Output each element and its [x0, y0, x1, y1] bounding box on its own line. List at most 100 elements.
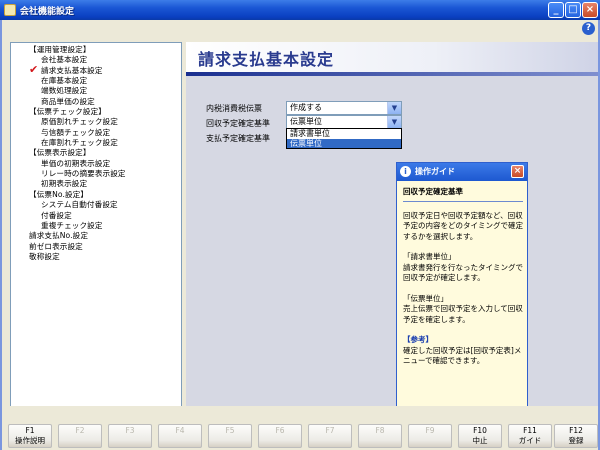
function-key-f5[interactable]: F5: [208, 424, 252, 448]
collection-basis-dropdown: 請求書単位 伝票単位: [286, 128, 402, 149]
operation-guide-panel: i 操作ガイド × 回収予定確定基準 回収予定日や回収予定額など、回収予定の内容…: [396, 162, 528, 410]
info-icon: i: [400, 166, 411, 177]
function-key-name: F5: [225, 426, 235, 435]
collection-basis-value: 伝票単位: [290, 117, 322, 126]
tax-slip-select[interactable]: 作成する ▼: [286, 101, 402, 115]
chevron-down-icon[interactable]: ▼: [387, 102, 401, 114]
maximize-button[interactable]: □: [565, 2, 581, 18]
dropdown-option-slip[interactable]: 伝票単位: [287, 138, 401, 148]
function-key-f12[interactable]: F12 登録: [554, 424, 598, 448]
function-key-f11[interactable]: F11 ガイド: [508, 424, 552, 448]
tree-item[interactable]: 与信額チェック設定: [11, 128, 181, 138]
tree-item[interactable]: 【伝票表示設定】: [11, 148, 181, 158]
tree-item-label: 付番設定: [41, 210, 72, 220]
tree-item[interactable]: 単価の初期表示設定: [11, 159, 181, 169]
tree-item[interactable]: 【運用管理設定】: [11, 45, 181, 55]
function-key-f9[interactable]: F9: [408, 424, 452, 448]
function-key-f2[interactable]: F2: [58, 424, 102, 448]
guide-title: 操作ガイド: [415, 167, 455, 176]
function-key-name: F12: [569, 426, 583, 435]
function-key-name: F1: [25, 426, 35, 435]
function-key-label: ガイド: [518, 436, 542, 445]
header-band: 請求支払基本設定: [186, 42, 598, 72]
tree-item-label: 初期表示設定: [41, 179, 88, 189]
tree-item-label: リレー時の摘要表示設定: [41, 169, 126, 179]
function-key-f7[interactable]: F7: [308, 424, 352, 448]
function-key-bar: F1 操作説明 F2 F3 F4 F5 F6 F7 F8 F9 F10 中止 F11 ガイド F12 登録: [2, 406, 598, 450]
function-key-name: F3: [125, 426, 135, 435]
close-button[interactable]: ×: [582, 2, 598, 18]
tree-item-label: 重複チェック設定: [41, 220, 103, 230]
chevron-down-icon[interactable]: ▼: [387, 116, 401, 128]
help-icon[interactable]: ?: [582, 22, 595, 35]
tree-item[interactable]: 敬称設定: [11, 252, 181, 262]
tree-item-label: 与信額チェック設定: [41, 127, 111, 137]
collection-basis-select[interactable]: 伝票単位 ▼: [286, 115, 402, 129]
function-key-name: F9: [425, 426, 435, 435]
tree-item-label: 【伝票チェック設定】: [29, 107, 106, 117]
tree-item-label: 前ゼロ表示設定: [29, 241, 83, 251]
function-key-label: 登録: [568, 436, 584, 445]
tree-item-label: 在庫割れチェック設定: [41, 138, 118, 148]
function-key-f3[interactable]: F3: [108, 424, 152, 448]
window-title: 会社機能設定: [20, 6, 75, 17]
settings-tree: 【運用管理設定】 会社基本設定 ✔ 請求支払基本設定 在庫基本設定 端数処理設定 商品単価の…: [10, 42, 182, 418]
tree-item-label: 原価割れチェック設定: [41, 117, 118, 127]
guide-reference-text: 確定した回収予定は[回収予定表]メニューで確認できます。: [403, 345, 522, 366]
tree-item-label: 請求支払No.設定: [29, 231, 89, 241]
header-divider: [186, 72, 598, 76]
tax-slip-label: 内税消費税伝票: [206, 104, 262, 113]
page-title: 請求支払基本設定: [198, 50, 335, 69]
checkmark-icon: ✔: [29, 62, 39, 76]
tree-item[interactable]: 【伝票チェック設定】: [11, 107, 181, 117]
guide-reference-title: 【参考】: [403, 335, 433, 344]
tree-item-label: 商品単価の設定: [41, 96, 95, 106]
tree-item[interactable]: 重複チェック設定: [11, 221, 181, 231]
guide-close-button[interactable]: ×: [511, 165, 524, 178]
function-key-f10[interactable]: F10 中止: [458, 424, 502, 448]
tree-item[interactable]: 商品単価の設定: [11, 97, 181, 107]
tree-item-label: 単価の初期表示設定: [41, 158, 111, 168]
minimize-button[interactable]: _: [548, 2, 564, 18]
function-key-f4[interactable]: F4: [158, 424, 202, 448]
app-icon: [4, 4, 16, 16]
tree-item[interactable]: 請求支払No.設定: [11, 231, 181, 241]
tree-item[interactable]: 前ゼロ表示設定: [11, 242, 181, 252]
main-panel: 請求支払基本設定 内税消費税伝票 作成する ▼ 回収予定確定基準 伝票単位 ▼ …: [186, 42, 598, 418]
guide-body: 回収予定確定基準 回収予定日や回収予定額など、回収予定の内容をどのタイミングで確…: [403, 187, 523, 367]
guide-paragraph: 「請求書単位」 請求書発行を行なったタイミングで回収予定が確定します。: [403, 252, 523, 282]
guide-title-bar: i 操作ガイド ×: [397, 163, 527, 181]
tree-item[interactable]: 在庫割れチェック設定: [11, 138, 181, 148]
tree-item[interactable]: 端数処理設定: [11, 86, 181, 96]
tree-item[interactable]: 原価割れチェック設定: [11, 117, 181, 127]
function-key-f1[interactable]: F1 操作説明: [8, 424, 52, 448]
tree-item[interactable]: システム自動付番設定: [11, 200, 181, 210]
tax-slip-value: 作成する: [290, 103, 322, 112]
tree-item-label: 端数処理設定: [41, 86, 88, 96]
function-key-name: F8: [375, 426, 385, 435]
function-key-label: 操作説明: [15, 436, 45, 445]
tree-item-label: 会社基本設定: [41, 55, 88, 65]
tree-item-label: 【運用管理設定】: [29, 45, 91, 54]
tree-item-label: 請求支払基本設定: [41, 65, 103, 75]
tree-item-label: 【伝票表示設定】: [29, 148, 91, 158]
tree-item-label: 【伝票No.設定】: [29, 189, 89, 199]
function-key-f8[interactable]: F8: [358, 424, 402, 448]
tree-item[interactable]: 付番設定: [11, 211, 181, 221]
function-key-name: F4: [175, 426, 185, 435]
function-key-f6[interactable]: F6: [258, 424, 302, 448]
guide-paragraph: 「伝票単位」 売上伝票で回収予定を入力して回収予定を確定します。: [403, 293, 523, 324]
tree-item[interactable]: リレー時の摘要表示設定: [11, 169, 181, 179]
tree-item-label: 敬称設定: [29, 251, 60, 261]
function-key-name: F7: [325, 426, 335, 435]
tree-item[interactable]: 【伝票No.設定】: [11, 190, 181, 200]
client-area: ? 【運用管理設定】 会社基本設定 ✔ 請求支払基本設定 在庫基本設定 端数処理設定 商品単…: [2, 20, 598, 450]
function-key-label: 中止: [472, 436, 488, 445]
payment-basis-label: 支払予定確定基準: [206, 134, 270, 143]
tree-item-label: 在庫基本設定: [41, 76, 88, 86]
tree-item[interactable]: ✔ 請求支払基本設定: [11, 62, 181, 76]
tree-item[interactable]: 在庫基本設定: [11, 76, 181, 86]
collection-basis-label: 回収予定確定基準: [206, 119, 270, 128]
dropdown-option-invoice[interactable]: 請求書単位: [287, 129, 401, 139]
tree-item[interactable]: 初期表示設定: [11, 179, 181, 189]
